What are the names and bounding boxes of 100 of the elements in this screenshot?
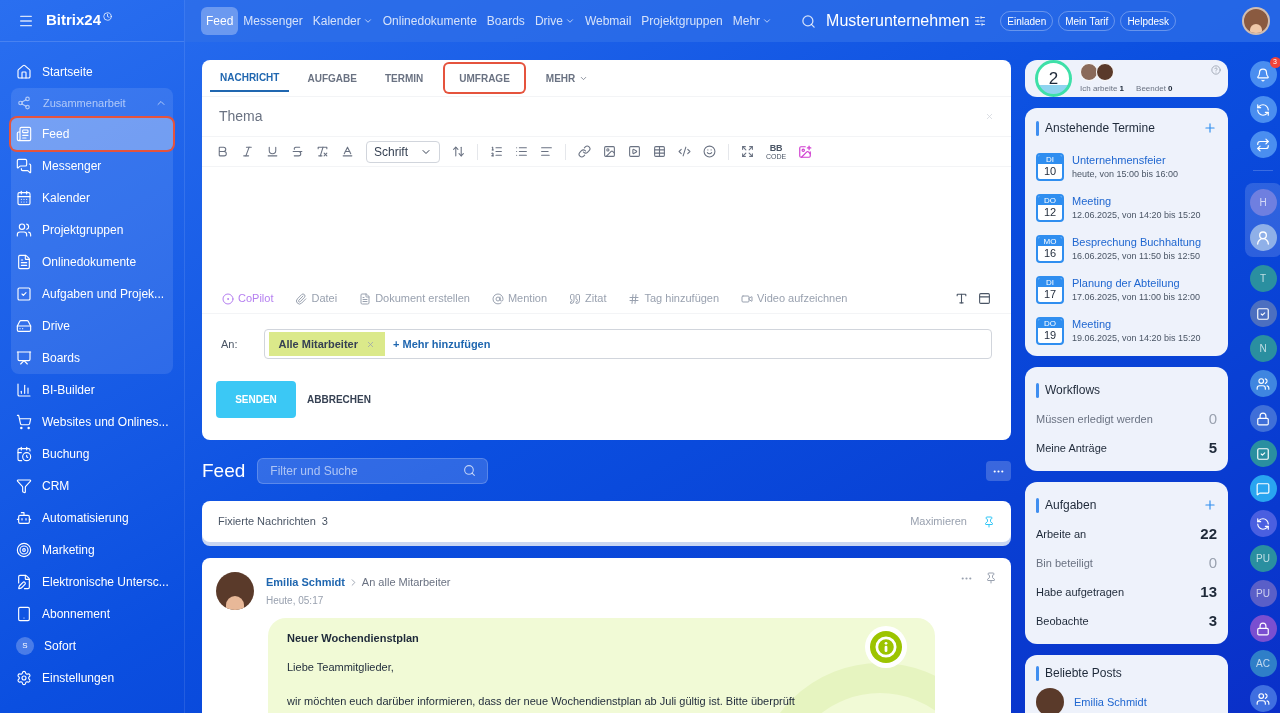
composer-tab[interactable]: NACHRICHT: [210, 64, 290, 92]
post-audience: An alle Mitarbeiter: [361, 575, 451, 590]
sidebar-item[interactable]: BI-Builder: [11, 374, 173, 406]
add-recipients-link[interactable]: + Mehr hinzufügen: [393, 335, 491, 353]
chat-avatar[interactable]: PU: [1249, 580, 1277, 607]
avatar-initial: S: [16, 637, 34, 655]
work-counter[interactable]: 2: [1035, 60, 1072, 97]
cancel-button[interactable]: ABBRECHEN: [306, 381, 372, 418]
counter-value: 22: [1200, 524, 1217, 545]
sidebar-item[interactable]: S Sofort: [11, 630, 173, 662]
attachment-action[interactable]: Video aufzeichnen: [741, 290, 848, 307]
sidebar-item[interactable]: Messenger: [11, 150, 173, 182]
work-stat: Ich arbeite 1: [1080, 82, 1125, 95]
weekday-label: DO: [1038, 318, 1062, 328]
recipients-field[interactable]: Alle Mitarbeiter + Mehr hinzufügen: [263, 329, 992, 359]
pinned-count: 3: [321, 514, 328, 530]
counter-row[interactable]: Meine Anträge 5: [1036, 434, 1217, 463]
attachment-action[interactable]: Mention: [491, 290, 548, 307]
counter-value: 3: [1208, 611, 1217, 632]
sidebar-item[interactable]: Buchung: [11, 438, 173, 470]
sidebar-item[interactable]: Kalender: [11, 182, 173, 214]
counter-row[interactable]: Habe aufgetragen 13: [1036, 578, 1217, 607]
event-link[interactable]: Meeting: [1072, 192, 1201, 209]
sidebar-item[interactable]: Elektronische Untersc...: [11, 566, 173, 598]
counter-row[interactable]: Müssen erledigt werden 0: [1036, 405, 1217, 434]
event-link[interactable]: Meeting: [1072, 315, 1201, 332]
subject-field[interactable]: Thema: [219, 106, 985, 127]
sidebar-item[interactable]: Marketing: [11, 534, 173, 566]
composer-tab[interactable]: MEHR: [535, 64, 599, 92]
composer-tab[interactable]: AUFGABE: [297, 64, 367, 92]
font-select[interactable]: Schrift: [366, 140, 440, 163]
sidebar-item[interactable]: Aufgaben und Projek...: [11, 278, 173, 310]
sidebar-item[interactable]: Feed: [11, 118, 173, 150]
chat-avatar[interactable]: T: [1249, 265, 1277, 292]
sidebar-item[interactable]: Einstellungen: [11, 662, 173, 694]
sidebar-item[interactable]: Startseite: [11, 56, 173, 88]
card-title: Beliebte Posts: [1045, 665, 1122, 682]
nav-tab[interactable]: Messenger: [238, 7, 308, 35]
nav-tab[interactable]: Projektgruppen: [636, 7, 728, 35]
event-time: 12.06.2025, von 14:20 bis 15:20: [1072, 209, 1201, 222]
attachment-action[interactable]: Tag hinzufügen: [628, 290, 720, 307]
sidebar-item[interactable]: Automatisierung: [11, 502, 173, 534]
nav-tab[interactable]: Mehr: [727, 7, 778, 35]
day-number: 12: [1042, 204, 1058, 219]
composer-tab[interactable]: TERMIN: [374, 64, 434, 92]
announcement-title: Neuer Wochendienstplan: [287, 631, 420, 646]
weekday-label: DO: [1038, 195, 1062, 205]
attachment-action[interactable]: CoPilot: [222, 290, 274, 307]
sidebar-item[interactable]: Boards: [11, 342, 173, 374]
attachment-action[interactable]: Dokument erstellen: [359, 290, 470, 307]
event-time: 17.06.2025, von 11:00 bis 12:00: [1072, 291, 1200, 304]
nav-tab[interactable]: Feed: [201, 7, 239, 35]
maximize-link[interactable]: Maximieren: [910, 513, 967, 530]
event-time: 19.06.2025, von 14:20 bis 15:20: [1072, 332, 1201, 345]
nav-tab[interactable]: Boards: [481, 7, 530, 35]
feed-title: Feed: [202, 458, 246, 483]
attachment-action[interactable]: Zitat: [569, 290, 607, 307]
counter-row[interactable]: Beobachte 3: [1036, 607, 1217, 636]
event-time: heute, von 15:00 bis 16:00: [1072, 168, 1179, 181]
card-title: Aufgaben: [1045, 497, 1097, 514]
chat-avatar[interactable]: PU: [1249, 545, 1277, 572]
sidebar-item[interactable]: Abonnement: [11, 598, 173, 630]
nav-tab[interactable]: Drive: [529, 7, 580, 35]
event-link[interactable]: Besprechung Buchhaltung: [1072, 233, 1202, 250]
sidebar-item[interactable]: Drive: [11, 310, 173, 342]
sidebar-item[interactable]: CRM: [11, 470, 173, 502]
counter-value: 5: [1208, 438, 1217, 459]
nav-tab[interactable]: Webmail: [579, 7, 637, 35]
sidebar-group-header[interactable]: Zusammenarbeit: [11, 88, 173, 118]
announcement-text: Liebe Teammitglieder,: [287, 659, 395, 675]
author-link[interactable]: Emilia Schmidt: [266, 574, 345, 591]
day-number: 16: [1042, 245, 1058, 260]
counter-value: 0: [1208, 553, 1217, 574]
sidebar-item[interactable]: Onlinedokumente: [11, 246, 173, 278]
sidebar-item[interactable]: Websites und Onlines...: [11, 406, 173, 438]
event-link[interactable]: Unternehmensfeier: [1072, 151, 1179, 168]
recipient-tag: Alle Mitarbeiter: [268, 332, 385, 356]
chat-avatar[interactable]: H: [1249, 189, 1277, 216]
counter-value: 0: [1208, 409, 1217, 430]
nav-tab[interactable]: Kalender: [307, 7, 378, 35]
counter-row[interactable]: Arbeite an 22: [1036, 520, 1217, 549]
pinned-label: Fixierte Nachrichten: [218, 514, 316, 530]
chat-avatar[interactable]: N: [1249, 335, 1277, 362]
weekday-label: DI: [1038, 154, 1062, 164]
weekday-label: MO: [1038, 236, 1062, 246]
work-stat: Beendet 0: [1136, 82, 1173, 95]
card-title: Anstehende Termine: [1045, 120, 1155, 137]
chat-avatar[interactable]: AC: [1249, 650, 1277, 677]
event-link[interactable]: Planung der Abteilung: [1072, 274, 1200, 291]
card-title: Workflows: [1045, 382, 1101, 399]
attachment-action[interactable]: Datei: [295, 290, 338, 307]
sidebar-item[interactable]: Projektgruppen: [11, 214, 173, 246]
event-time: 16.06.2025, von 11:50 bis 12:50: [1072, 250, 1201, 263]
author-link[interactable]: Emilia Schmidt: [1074, 693, 1147, 711]
nav-tab[interactable]: Onlinedokumente: [377, 7, 482, 35]
day-number: 19: [1042, 327, 1058, 342]
counter-row[interactable]: Bin beteiligt 0: [1036, 549, 1217, 578]
composer-tab[interactable]: UMFRAGE: [445, 64, 524, 92]
announcement-text: wir möchten euch darüber informieren, dass der neue Wochendienstplan ab Juli gültig ist. Bitte überprüft: [287, 694, 796, 709]
day-number: 17: [1042, 286, 1058, 301]
